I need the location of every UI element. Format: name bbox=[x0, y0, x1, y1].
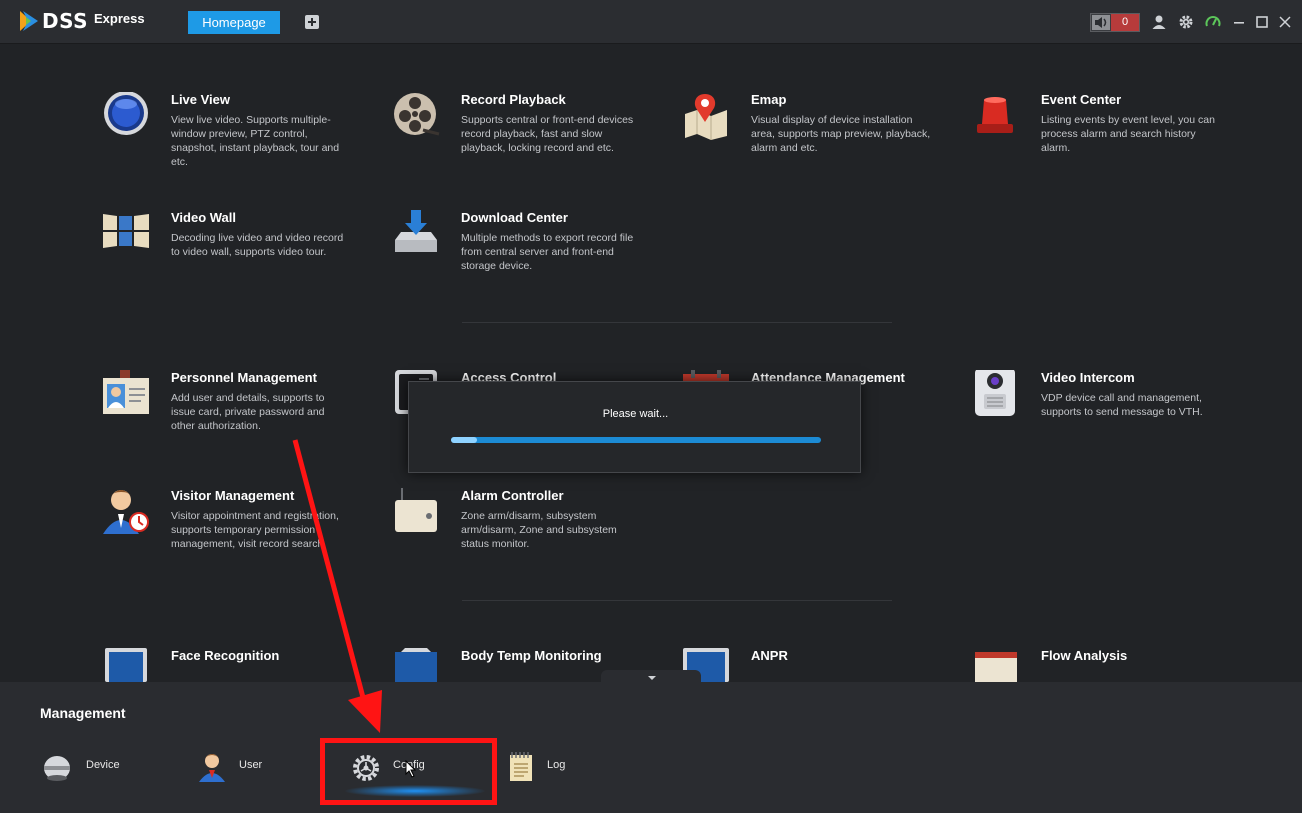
management-title: Management bbox=[40, 705, 126, 721]
module-anpr[interactable]: ANPR bbox=[683, 648, 943, 682]
face-recognition-icon bbox=[105, 648, 147, 682]
module-title: Face Recognition bbox=[171, 648, 280, 663]
module-title: Live View bbox=[171, 92, 231, 107]
module-title: Event Center bbox=[1041, 92, 1122, 107]
title-bar: DSS Express Homepage 0 bbox=[0, 0, 1302, 44]
module-title: Video Wall bbox=[171, 210, 237, 225]
module-description: Multiple methods to export record file f… bbox=[461, 232, 634, 272]
management-item-label: User bbox=[239, 759, 263, 771]
management-panel: Management bbox=[0, 682, 1302, 813]
download-icon bbox=[395, 210, 437, 252]
module-alarm-controller[interactable]: Alarm Controller Zone arm/disarm, subsys… bbox=[393, 488, 653, 568]
module-title: Body Temp Monitoring bbox=[461, 648, 602, 663]
module-flow-analysis[interactable]: Flow Analysis bbox=[973, 648, 1233, 682]
management-item-log[interactable]: Log bbox=[508, 750, 608, 790]
module-live-view[interactable]: Live View View live video. Supports mult… bbox=[103, 92, 363, 172]
module-description: VDP device call and management, supports… bbox=[1041, 392, 1203, 418]
user-icon bbox=[199, 754, 225, 782]
loading-message: Please wait... bbox=[602, 408, 669, 420]
module-description: Visitor appointment and registration, su… bbox=[171, 510, 339, 550]
module-description: Add user and details, supports to issue … bbox=[171, 392, 325, 432]
module-event-center[interactable]: Event Center Listing events by event lev… bbox=[973, 92, 1233, 172]
module-video-wall[interactable]: Video Wall Decoding live video and video… bbox=[103, 210, 363, 290]
logo-text: DSS bbox=[42, 9, 89, 33]
body-temp-icon bbox=[395, 648, 437, 682]
user-account-icon[interactable] bbox=[1151, 14, 1167, 30]
dss-logo-icon bbox=[20, 11, 38, 31]
progress-fill bbox=[451, 437, 477, 443]
management-item-label: Log bbox=[547, 759, 566, 771]
module-visitor-management[interactable]: Visitor Management Visitor appointment a… bbox=[103, 488, 363, 568]
module-title: Alarm Controller bbox=[461, 488, 564, 503]
add-tab-icon[interactable] bbox=[305, 15, 319, 29]
app-logo: DSS Express bbox=[18, 8, 145, 36]
module-title: Emap bbox=[751, 92, 787, 107]
logo-subtitle: Express bbox=[94, 11, 145, 26]
module-title: Download Center bbox=[461, 210, 568, 225]
visitor-icon bbox=[103, 490, 149, 534]
alarm-sound-control[interactable]: 0 bbox=[1090, 13, 1140, 32]
device-icon bbox=[44, 756, 70, 781]
module-title: Personnel Management bbox=[171, 370, 317, 385]
live-view-icon bbox=[104, 92, 148, 135]
section-divider bbox=[462, 600, 892, 601]
module-title: Video Intercom bbox=[1041, 370, 1135, 385]
module-description: View live video. Supports multiple-windo… bbox=[171, 114, 340, 168]
id-badge-icon bbox=[103, 370, 149, 414]
module-personnel-management[interactable]: Personnel Management Add user and detail… bbox=[103, 370, 363, 450]
film-reel-icon bbox=[394, 93, 440, 136]
module-title: ANPR bbox=[751, 648, 788, 663]
module-title: Visitor Management bbox=[171, 488, 295, 503]
mouse-cursor-icon bbox=[405, 760, 417, 778]
module-record-playback[interactable]: Record Playback Supports central or fron… bbox=[393, 92, 653, 172]
flow-analysis-icon bbox=[975, 652, 1017, 682]
module-emap[interactable]: Emap Visual display of device installati… bbox=[683, 92, 943, 172]
tab-homepage[interactable]: Homepage bbox=[188, 11, 280, 34]
maximize-icon[interactable] bbox=[1254, 14, 1270, 30]
module-download-center[interactable]: Download Center Multiple methods to expo… bbox=[393, 210, 653, 290]
minimize-icon[interactable] bbox=[1231, 14, 1247, 30]
alarm-count-badge: 0 bbox=[1111, 14, 1139, 31]
management-item-label: Device bbox=[86, 759, 120, 771]
settings-gear-icon[interactable] bbox=[1178, 14, 1194, 30]
loading-dialog: Please wait... bbox=[408, 381, 861, 473]
module-description: Decoding live video and video record to … bbox=[171, 232, 344, 258]
section-divider bbox=[462, 322, 892, 323]
module-description: Visual display of device installation ar… bbox=[751, 114, 931, 154]
module-video-intercom[interactable]: Video Intercom VDP device call and manag… bbox=[973, 370, 1233, 450]
module-face-recognition[interactable]: Face Recognition bbox=[103, 648, 363, 682]
management-item-user[interactable]: User bbox=[198, 750, 298, 790]
close-icon[interactable] bbox=[1277, 14, 1293, 30]
module-description: Zone arm/disarm, subsystem arm/disarm, Z… bbox=[461, 510, 617, 550]
performance-gauge-icon[interactable] bbox=[1205, 14, 1221, 30]
alarm-light-icon bbox=[977, 97, 1013, 133]
video-wall-icon bbox=[103, 214, 149, 248]
speaker-icon bbox=[1092, 15, 1110, 30]
module-title: Flow Analysis bbox=[1041, 648, 1128, 663]
alarm-controller-icon bbox=[395, 488, 437, 532]
management-item-device[interactable]: Device bbox=[43, 750, 153, 790]
progress-bar bbox=[451, 437, 821, 443]
module-description: Supports central or front-end devices re… bbox=[461, 114, 634, 154]
notepad-icon bbox=[510, 752, 532, 781]
module-title: Record Playback bbox=[461, 92, 566, 107]
map-pin-icon bbox=[685, 94, 727, 140]
module-description: Listing events by event level, you can p… bbox=[1041, 114, 1215, 154]
intercom-icon bbox=[975, 370, 1015, 416]
